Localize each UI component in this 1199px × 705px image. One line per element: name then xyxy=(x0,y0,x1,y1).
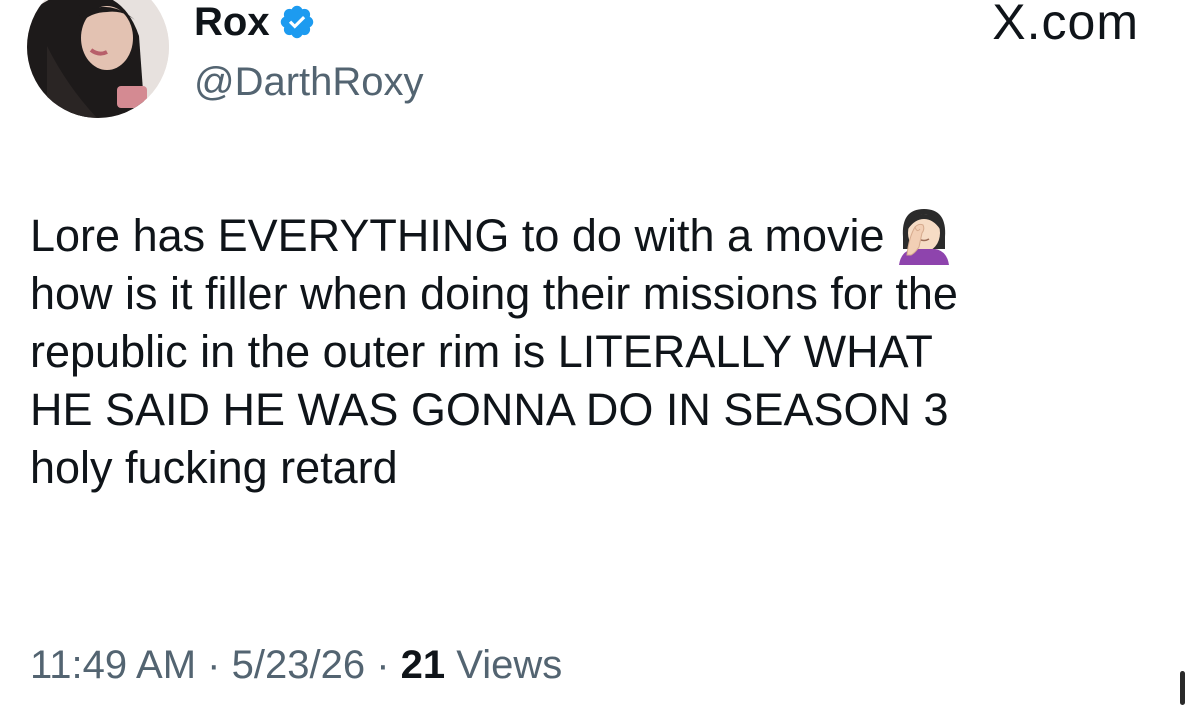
tweet-line-text: Lore has EVERYTHING to do with a movie xyxy=(30,210,885,261)
tweet-line: republic in the outer rim is LITERALLY W… xyxy=(30,326,933,377)
verified-badge-icon xyxy=(278,3,316,41)
tweet-line: how is it filler when doing their missio… xyxy=(30,268,958,319)
tweet-date[interactable]: 5/23/26 xyxy=(232,643,365,687)
views-count[interactable]: 21 xyxy=(401,643,446,687)
tweet-line: holy fucking retard xyxy=(30,442,398,493)
scrollbar[interactable] xyxy=(1180,671,1185,705)
face-palm-woman-emoji-icon xyxy=(893,203,955,265)
author-handle[interactable]: @DarthRoxy xyxy=(194,58,424,106)
tweet-line: Lore has EVERYTHING to do with a movie xyxy=(30,203,1180,265)
avatar[interactable] xyxy=(27,0,169,118)
profile-photo xyxy=(27,0,169,118)
tweet-time[interactable]: 11:49 AM xyxy=(30,643,196,687)
tweet-meta: 11:49 AM · 5/23/26 · 21 Views xyxy=(30,641,562,689)
tweet-line: HE SAID HE WAS GONNA DO IN SEASON 3 xyxy=(30,384,949,435)
author-display-name[interactable]: Rox xyxy=(194,0,316,44)
views-label[interactable]: Views xyxy=(456,643,562,687)
display-name-text[interactable]: Rox xyxy=(194,0,270,44)
tweet-text: Lore has EVERYTHING to do with a movie h… xyxy=(30,203,1180,497)
meta-separator: · xyxy=(207,643,221,687)
brand-label: X.com xyxy=(992,0,1139,50)
meta-separator: · xyxy=(376,643,390,687)
